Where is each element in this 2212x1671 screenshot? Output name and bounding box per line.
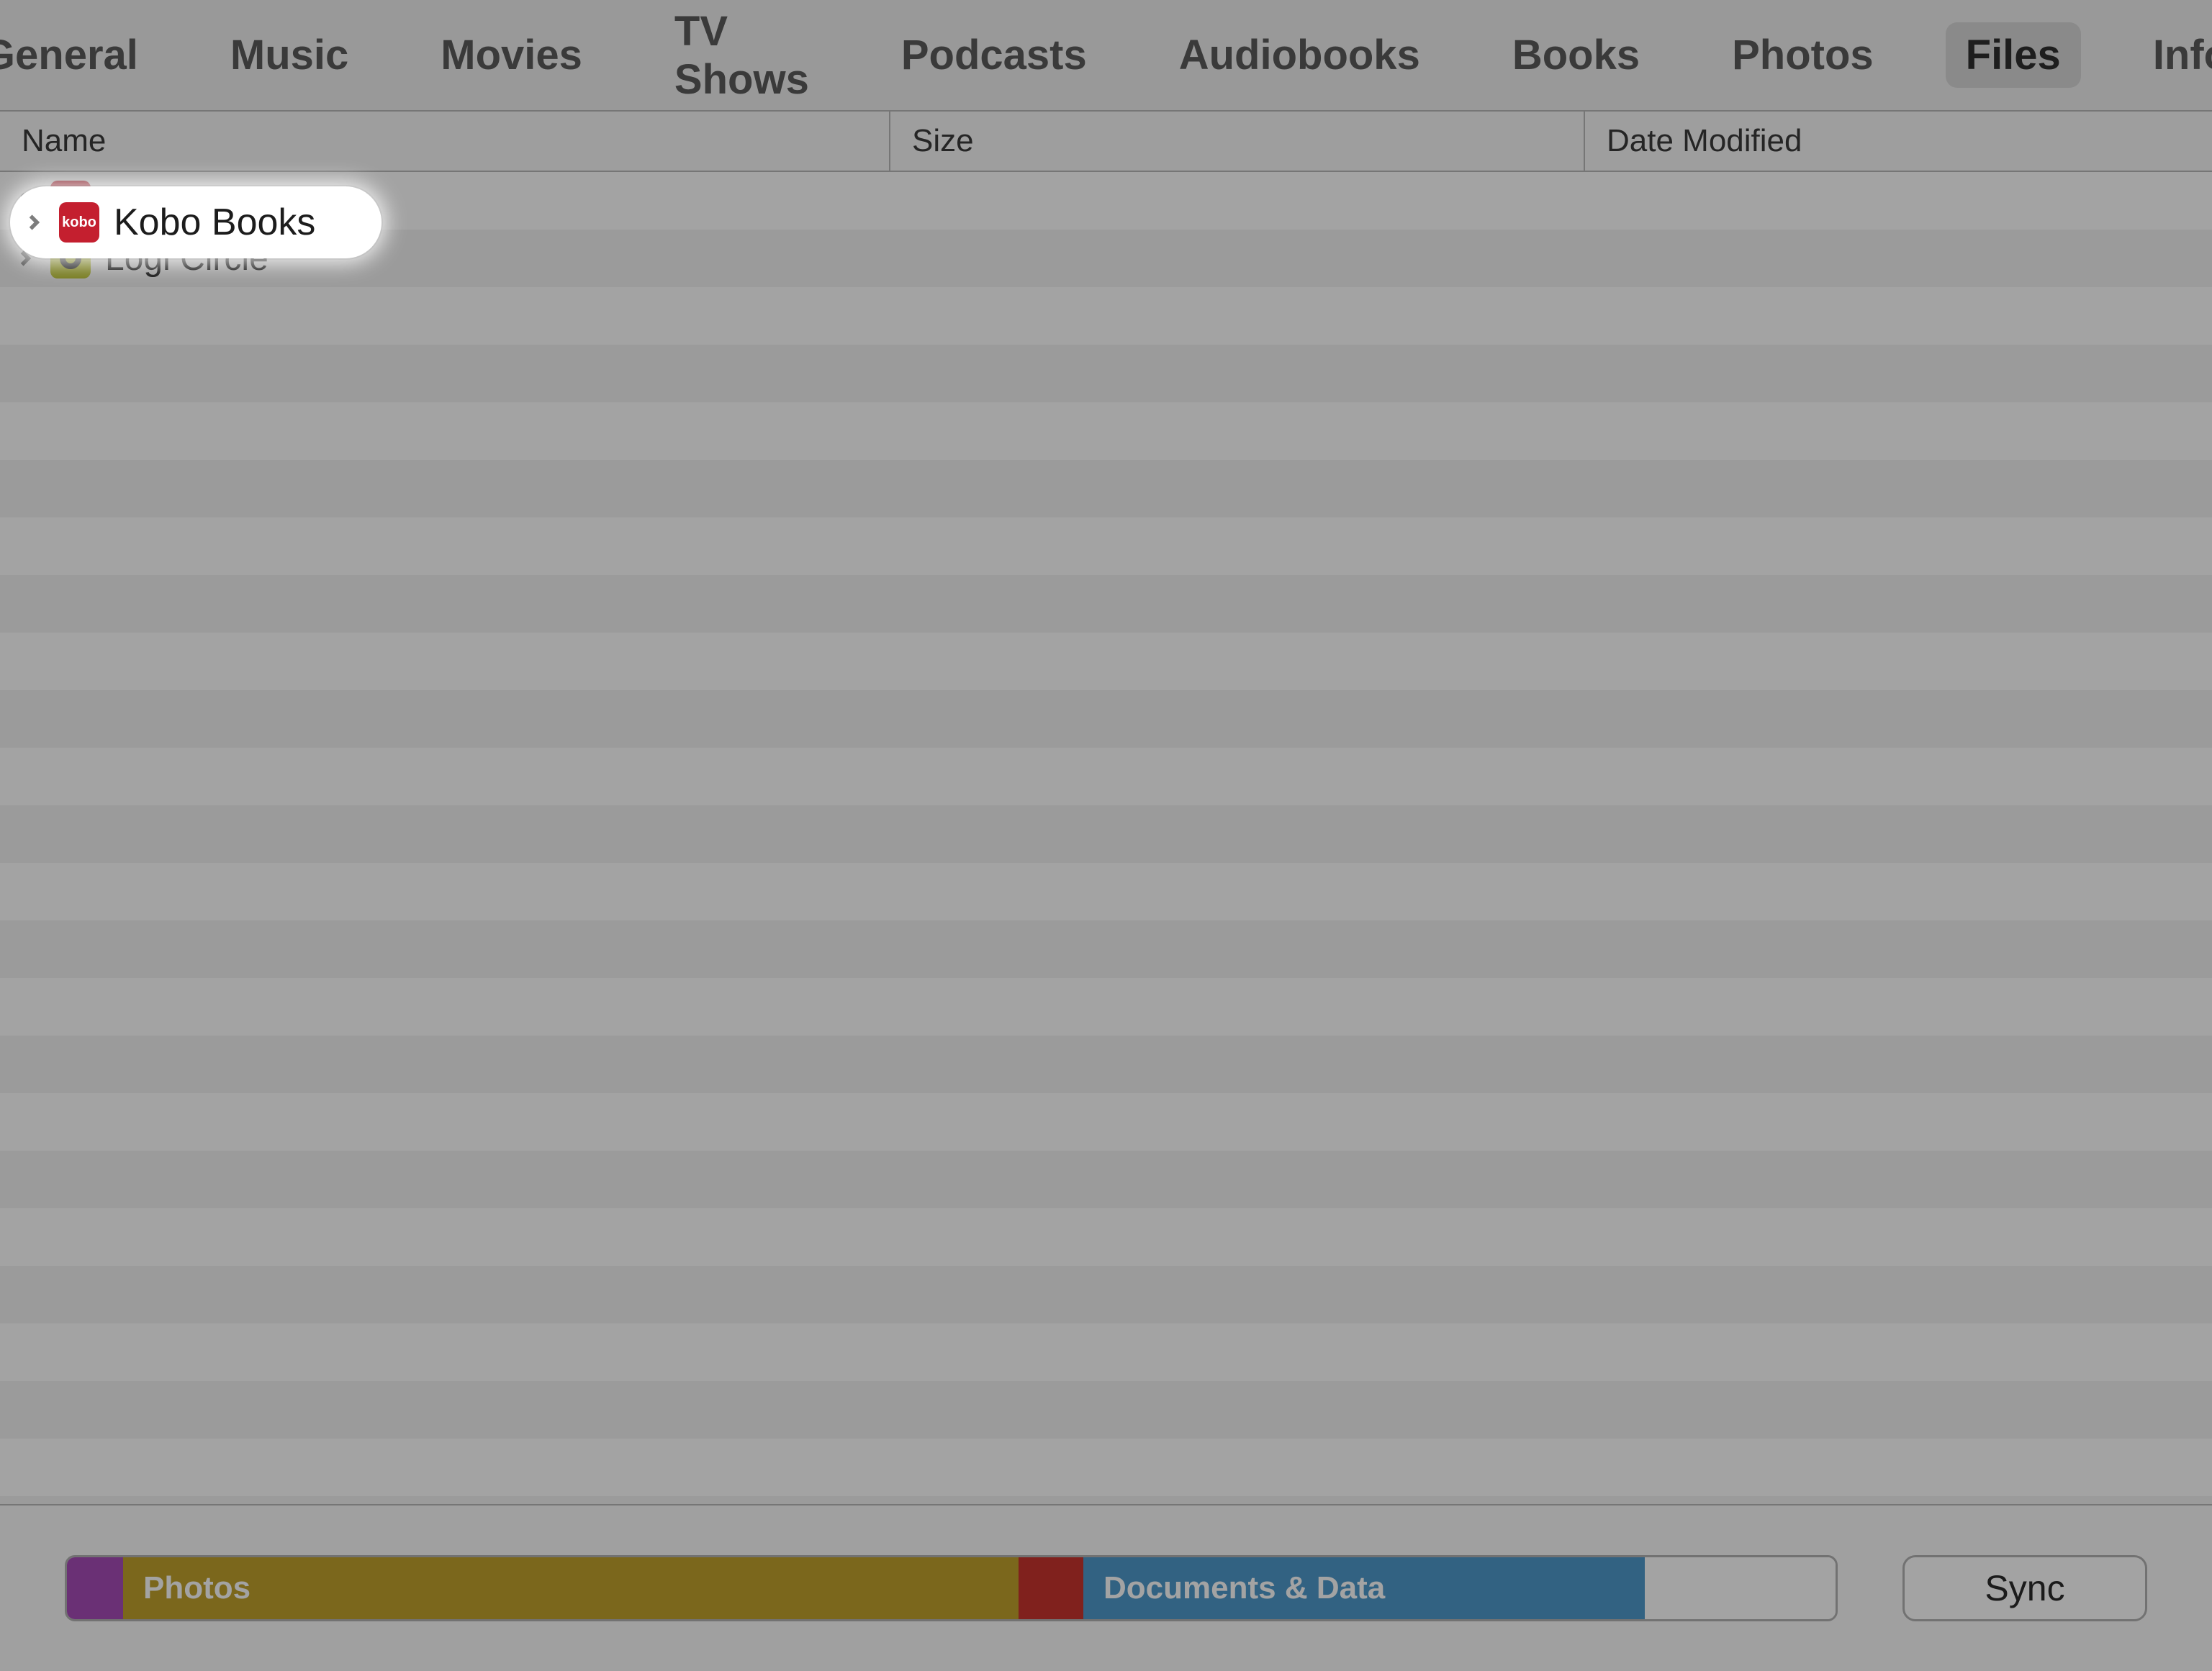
footer: Photos Documents & Data Sync (0, 1505, 2212, 1671)
storage-seg-photos: Photos (123, 1557, 1019, 1619)
tab-tv-shows[interactable]: TV Shows (654, 0, 829, 112)
spotlight-highlight: kobo Kobo Books (10, 186, 382, 258)
tab-books[interactable]: Books (1492, 22, 1660, 88)
column-size[interactable]: Size (889, 112, 1584, 171)
tab-movies[interactable]: Movies (420, 22, 602, 88)
column-name[interactable]: Name (0, 112, 889, 171)
storage-seg-docs: Documents & Data (1083, 1557, 1645, 1619)
storage-seg-apps (1019, 1557, 1083, 1619)
file-rows: kobo Kobo Books Logi Circle (0, 172, 2212, 1504)
storage-seg-free (1645, 1557, 1836, 1619)
sync-button[interactable]: Sync (1902, 1555, 2147, 1621)
chevron-right-icon[interactable] (23, 212, 45, 233)
storage-seg-other (67, 1557, 123, 1619)
tab-files[interactable]: Files (1946, 22, 2081, 88)
file-list[interactable]: kobo Kobo Books Logi Circle (0, 172, 2212, 1505)
device-tabbar: General Music Movies TV Shows Podcasts A… (0, 0, 2212, 112)
file-row-label: Kobo Books (114, 201, 315, 244)
file-columns-header: Name Size Date Modified (0, 112, 2212, 172)
tab-podcasts[interactable]: Podcasts (881, 22, 1107, 88)
storage-bar[interactable]: Photos Documents & Data (65, 1555, 1838, 1621)
tab-audiobooks[interactable]: Audiobooks (1159, 22, 1440, 88)
tab-music[interactable]: Music (210, 22, 369, 88)
kobo-icon: kobo (59, 202, 99, 243)
tab-general[interactable]: General (0, 22, 158, 88)
column-date-modified[interactable]: Date Modified (1584, 112, 2212, 171)
tab-info[interactable]: Info (2133, 22, 2212, 88)
tab-photos[interactable]: Photos (1712, 22, 1894, 88)
